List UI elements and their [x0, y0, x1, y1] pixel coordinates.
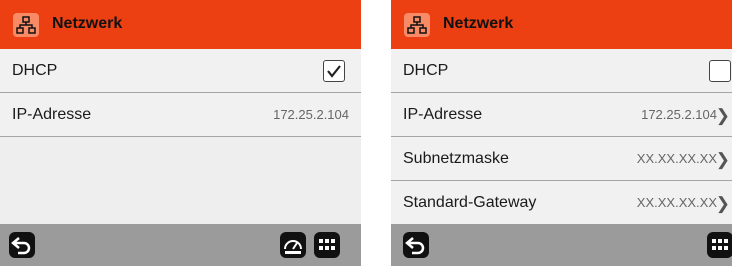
ip-address-row[interactable]: IP-Adresse 172.25.2.104 — [0, 93, 361, 137]
network-settings-panel-right: Netzwerk DHCP IP-Adresse 172.25.2.104 ❯ … — [391, 0, 732, 266]
dhcp-row[interactable]: DHCP — [0, 49, 361, 93]
dhcp-checkbox[interactable] — [709, 60, 731, 82]
network-icon — [404, 13, 430, 37]
default-gateway-label: Standard-Gateway — [403, 194, 537, 211]
chevron-right-icon: ❯ — [715, 194, 730, 213]
header-bar: Netzwerk — [391, 0, 732, 49]
empty-area — [0, 137, 361, 224]
network-icon — [13, 13, 39, 37]
page-title: Netzwerk — [52, 15, 123, 32]
chevron-right-icon: ❯ — [715, 150, 730, 169]
subnet-mask-value: XX.XX.XX.XX — [636, 151, 717, 166]
network-settings-panel-left: Netzwerk DHCP IP-Adresse 172.25.2.104 — [0, 0, 361, 266]
subnet-mask-label: Subnetzmaske — [403, 150, 509, 167]
back-arrow-icon[interactable] — [403, 232, 429, 258]
page-title: Netzwerk — [443, 15, 514, 32]
footer-bar — [391, 224, 732, 266]
chevron-right-icon: ❯ — [715, 106, 730, 125]
dhcp-checkbox[interactable] — [323, 60, 345, 82]
subnet-mask-row[interactable]: Subnetzmaske XX.XX.XX.XX ❯ — [391, 137, 732, 181]
dhcp-label: DHCP — [12, 62, 58, 79]
default-gateway-row[interactable]: Standard-Gateway XX.XX.XX.XX ❯ — [391, 181, 732, 225]
ip-address-row[interactable]: IP-Adresse 172.25.2.104 ❯ — [391, 93, 732, 137]
ip-address-value: 172.25.2.104 — [641, 107, 717, 122]
header-bar: Netzwerk — [0, 0, 361, 49]
default-gateway-value: XX.XX.XX.XX — [636, 195, 717, 210]
speedometer-icon[interactable] — [280, 232, 306, 258]
dhcp-label: DHCP — [403, 62, 449, 79]
back-arrow-icon[interactable] — [9, 232, 35, 258]
keypad-grid-icon[interactable] — [707, 232, 732, 258]
dhcp-row[interactable]: DHCP — [391, 49, 732, 93]
ip-address-label: IP-Adresse — [12, 106, 92, 123]
keypad-grid-icon[interactable] — [314, 232, 340, 258]
ip-address-label: IP-Adresse — [403, 106, 483, 123]
ip-address-value: 172.25.2.104 — [273, 107, 349, 122]
footer-bar — [0, 224, 361, 266]
checkmark-icon — [327, 65, 341, 78]
